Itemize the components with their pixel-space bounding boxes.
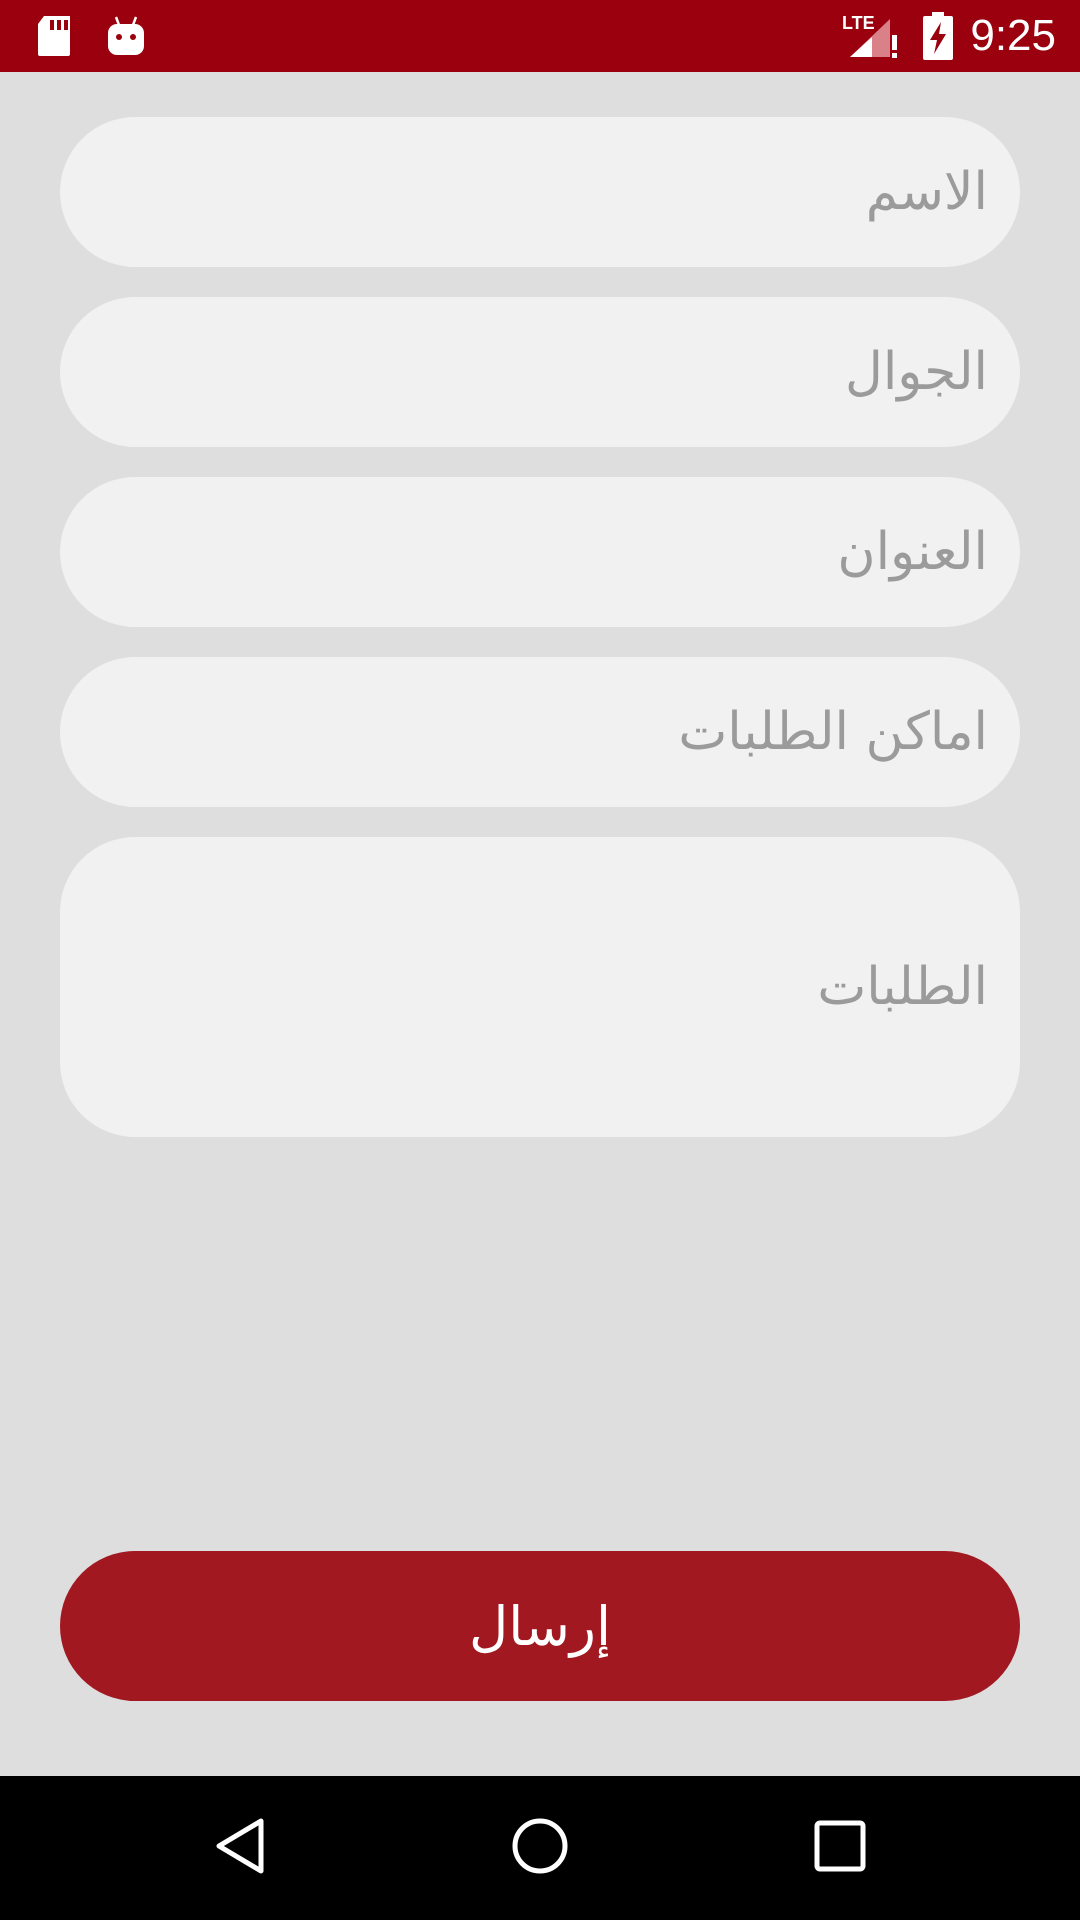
- address-field[interactable]: العنوان: [60, 477, 1020, 627]
- sd-card-icon: [34, 0, 74, 72]
- address-field-placeholder: العنوان: [837, 522, 988, 582]
- status-clock: 9:25: [970, 11, 1056, 60]
- back-button[interactable]: [168, 1776, 312, 1920]
- orders-textarea[interactable]: الطلبات: [60, 837, 1020, 1137]
- lte-signal-icon: LTE: [842, 0, 902, 72]
- status-bar: LTE 9:25: [0, 0, 1080, 72]
- battery-charging-icon: [920, 0, 956, 72]
- name-field[interactable]: الاسم: [60, 117, 1020, 267]
- order-form: الاسم الجوال العنوان اماكن الطلبات الطلب…: [60, 117, 1020, 1167]
- order-places-field-placeholder: اماكن الطلبات: [678, 702, 988, 762]
- navigation-bar: [0, 1776, 1080, 1920]
- order-places-field[interactable]: اماكن الطلبات: [60, 657, 1020, 807]
- mobile-field[interactable]: الجوال: [60, 297, 1020, 447]
- svg-text:LTE: LTE: [842, 13, 875, 33]
- android-debug-icon: [104, 0, 148, 72]
- back-icon: [213, 1817, 267, 1879]
- submit-button[interactable]: إرسال: [60, 1551, 1020, 1701]
- orders-textarea-placeholder: الطلبات: [817, 957, 988, 1017]
- home-icon: [511, 1817, 569, 1879]
- name-field-placeholder: الاسم: [865, 162, 988, 222]
- recents-button[interactable]: [768, 1776, 912, 1920]
- recents-icon: [813, 1819, 867, 1877]
- mobile-field-placeholder: الجوال: [845, 342, 988, 402]
- submit-button-label: إرسال: [468, 1594, 611, 1658]
- home-button[interactable]: [468, 1776, 612, 1920]
